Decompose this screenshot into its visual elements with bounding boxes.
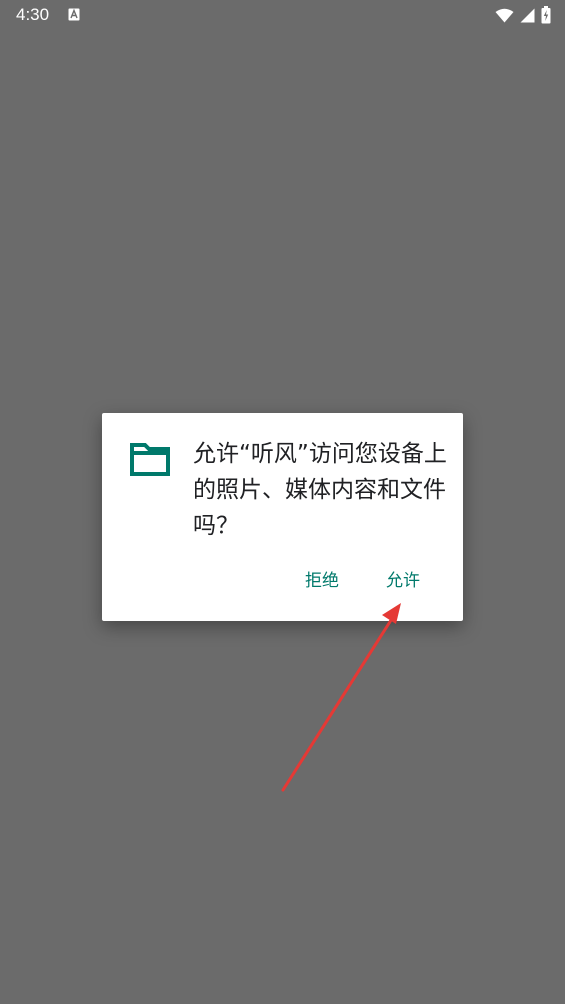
allow-button[interactable]: 允许 (386, 570, 420, 592)
signal-icon (520, 8, 535, 22)
status-time: 4:30 (16, 5, 50, 24)
wifi-icon (495, 8, 514, 22)
status-icons (495, 6, 551, 24)
battery-charging-icon (541, 6, 551, 24)
permission-dialog: 允许“听风”访问您设备上的照片、媒体内容和文件吗？ 拒绝 允许 (102, 413, 463, 621)
a-icon (68, 8, 80, 21)
status-bar: 4:30 (0, 0, 565, 30)
dialog-message: 允许“听风”访问您设备上的照片、媒体内容和文件吗？ (193, 441, 447, 539)
deny-button[interactable]: 拒绝 (305, 570, 339, 592)
folder-icon (130, 443, 170, 476)
